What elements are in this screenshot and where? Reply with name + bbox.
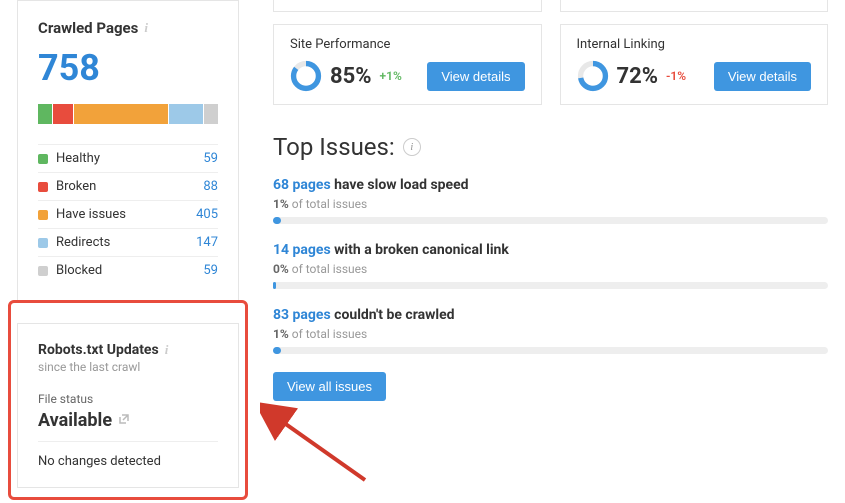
- donut-icon: [290, 60, 322, 92]
- robots-subtitle: since the last crawl: [38, 360, 218, 374]
- legend-color-icon: [38, 238, 48, 248]
- legend-color-icon: [38, 182, 48, 192]
- issue-text: with a broken canonical link: [331, 242, 509, 258]
- view-details-button[interactable]: View details: [427, 62, 524, 91]
- legend-value: 59: [203, 151, 218, 166]
- issue-title[interactable]: 68 pages have slow load speed: [273, 177, 828, 193]
- issue-title[interactable]: 14 pages with a broken canonical link: [273, 242, 828, 258]
- legend-value: 88: [203, 179, 218, 194]
- issue-count: 68 pages: [273, 177, 331, 193]
- external-link-icon: [118, 413, 130, 429]
- robots-card: Robots.txt Updates i since the last craw…: [17, 323, 239, 488]
- site-performance-title: Site Performance: [290, 37, 525, 52]
- legend-row[interactable]: Broken 88: [38, 172, 218, 200]
- internal-linking-delta: -1%: [666, 69, 686, 83]
- bar-seg-broken[interactable]: [53, 104, 73, 124]
- legend-label: Have issues: [56, 207, 126, 222]
- view-all-issues-button[interactable]: View all issues: [273, 372, 386, 401]
- crawled-pages-count[interactable]: 758: [38, 47, 218, 89]
- legend-label: Redirects: [56, 235, 110, 250]
- file-status-value[interactable]: Available: [38, 410, 218, 442]
- issue-progress-bar: [273, 217, 828, 224]
- issue-percent: 1% of total issues: [273, 197, 828, 211]
- info-icon[interactable]: i: [403, 138, 421, 156]
- legend-label: Healthy: [56, 151, 100, 166]
- issue-text: couldn't be crawled: [331, 307, 455, 323]
- legend-value: 59: [203, 263, 218, 278]
- robots-no-changes: No changes detected: [38, 454, 218, 469]
- legend-row[interactable]: Redirects 147: [38, 228, 218, 256]
- issue-item: 83 pages couldn't be crawled 1% of total…: [273, 307, 828, 354]
- issue-item: 14 pages with a broken canonical link 0%…: [273, 242, 828, 289]
- info-icon[interactable]: i: [165, 342, 169, 358]
- placeholder-card: [560, 0, 829, 12]
- bar-seg-healthy[interactable]: [38, 104, 52, 124]
- internal-linking-title: Internal Linking: [577, 37, 812, 52]
- robots-title-text: Robots.txt Updates: [38, 342, 159, 358]
- crawled-pages-title-text: Crawled Pages: [38, 19, 138, 37]
- internal-linking-pct: 72%: [617, 64, 659, 89]
- issue-progress-fill: [273, 282, 276, 289]
- legend-row[interactable]: Have issues 405: [38, 200, 218, 228]
- legend-row[interactable]: Healthy 59: [38, 144, 218, 172]
- issue-percent: 0% of total issues: [273, 262, 828, 276]
- legend-row[interactable]: Blocked 59: [38, 256, 218, 284]
- legend-color-icon: [38, 210, 48, 220]
- legend-label: Blocked: [56, 263, 102, 278]
- legend-color-icon: [38, 266, 48, 276]
- arrow-annotation: [260, 400, 380, 500]
- bar-seg-redirects[interactable]: [169, 104, 203, 124]
- top-issues-heading: Top Issues: i: [273, 133, 828, 161]
- legend-value: 147: [196, 235, 218, 250]
- site-performance-pct: 85%: [330, 64, 372, 89]
- bar-seg-issues[interactable]: [74, 104, 168, 124]
- issue-progress-fill: [273, 347, 281, 354]
- legend-label: Broken: [56, 179, 96, 194]
- file-status-value-text: Available: [38, 410, 112, 431]
- crawled-distribution-bar: [38, 104, 218, 124]
- robots-title: Robots.txt Updates i: [38, 342, 218, 358]
- info-icon[interactable]: i: [144, 20, 148, 36]
- top-cards-row-placeholder: [273, 0, 828, 12]
- view-details-button[interactable]: View details: [714, 62, 811, 91]
- issue-item: 68 pages have slow load speed 1% of tota…: [273, 177, 828, 224]
- legend-value: 405: [196, 207, 218, 222]
- issue-progress-fill: [273, 217, 281, 224]
- file-status-label: File status: [38, 392, 218, 406]
- issue-progress-bar: [273, 347, 828, 354]
- top-issues-heading-text: Top Issues:: [273, 133, 395, 161]
- site-performance-card: Site Performance 85% +1% View details: [273, 24, 542, 105]
- issue-count: 14 pages: [273, 242, 331, 258]
- issue-title[interactable]: 83 pages couldn't be crawled: [273, 307, 828, 323]
- issue-progress-bar: [273, 282, 828, 289]
- issue-count: 83 pages: [273, 307, 331, 323]
- bar-seg-blocked[interactable]: [204, 104, 218, 124]
- issue-percent: 1% of total issues: [273, 327, 828, 341]
- internal-linking-card: Internal Linking 72% -1% View details: [560, 24, 829, 105]
- issue-text: have slow load speed: [331, 177, 469, 193]
- legend-color-icon: [38, 154, 48, 164]
- site-performance-delta: +1%: [380, 69, 402, 83]
- placeholder-card: [273, 0, 542, 12]
- donut-icon: [577, 60, 609, 92]
- crawled-pages-card: Crawled Pages i 758 Healthy 59 Broken 88…: [17, 0, 239, 303]
- crawled-pages-title: Crawled Pages i: [38, 19, 218, 37]
